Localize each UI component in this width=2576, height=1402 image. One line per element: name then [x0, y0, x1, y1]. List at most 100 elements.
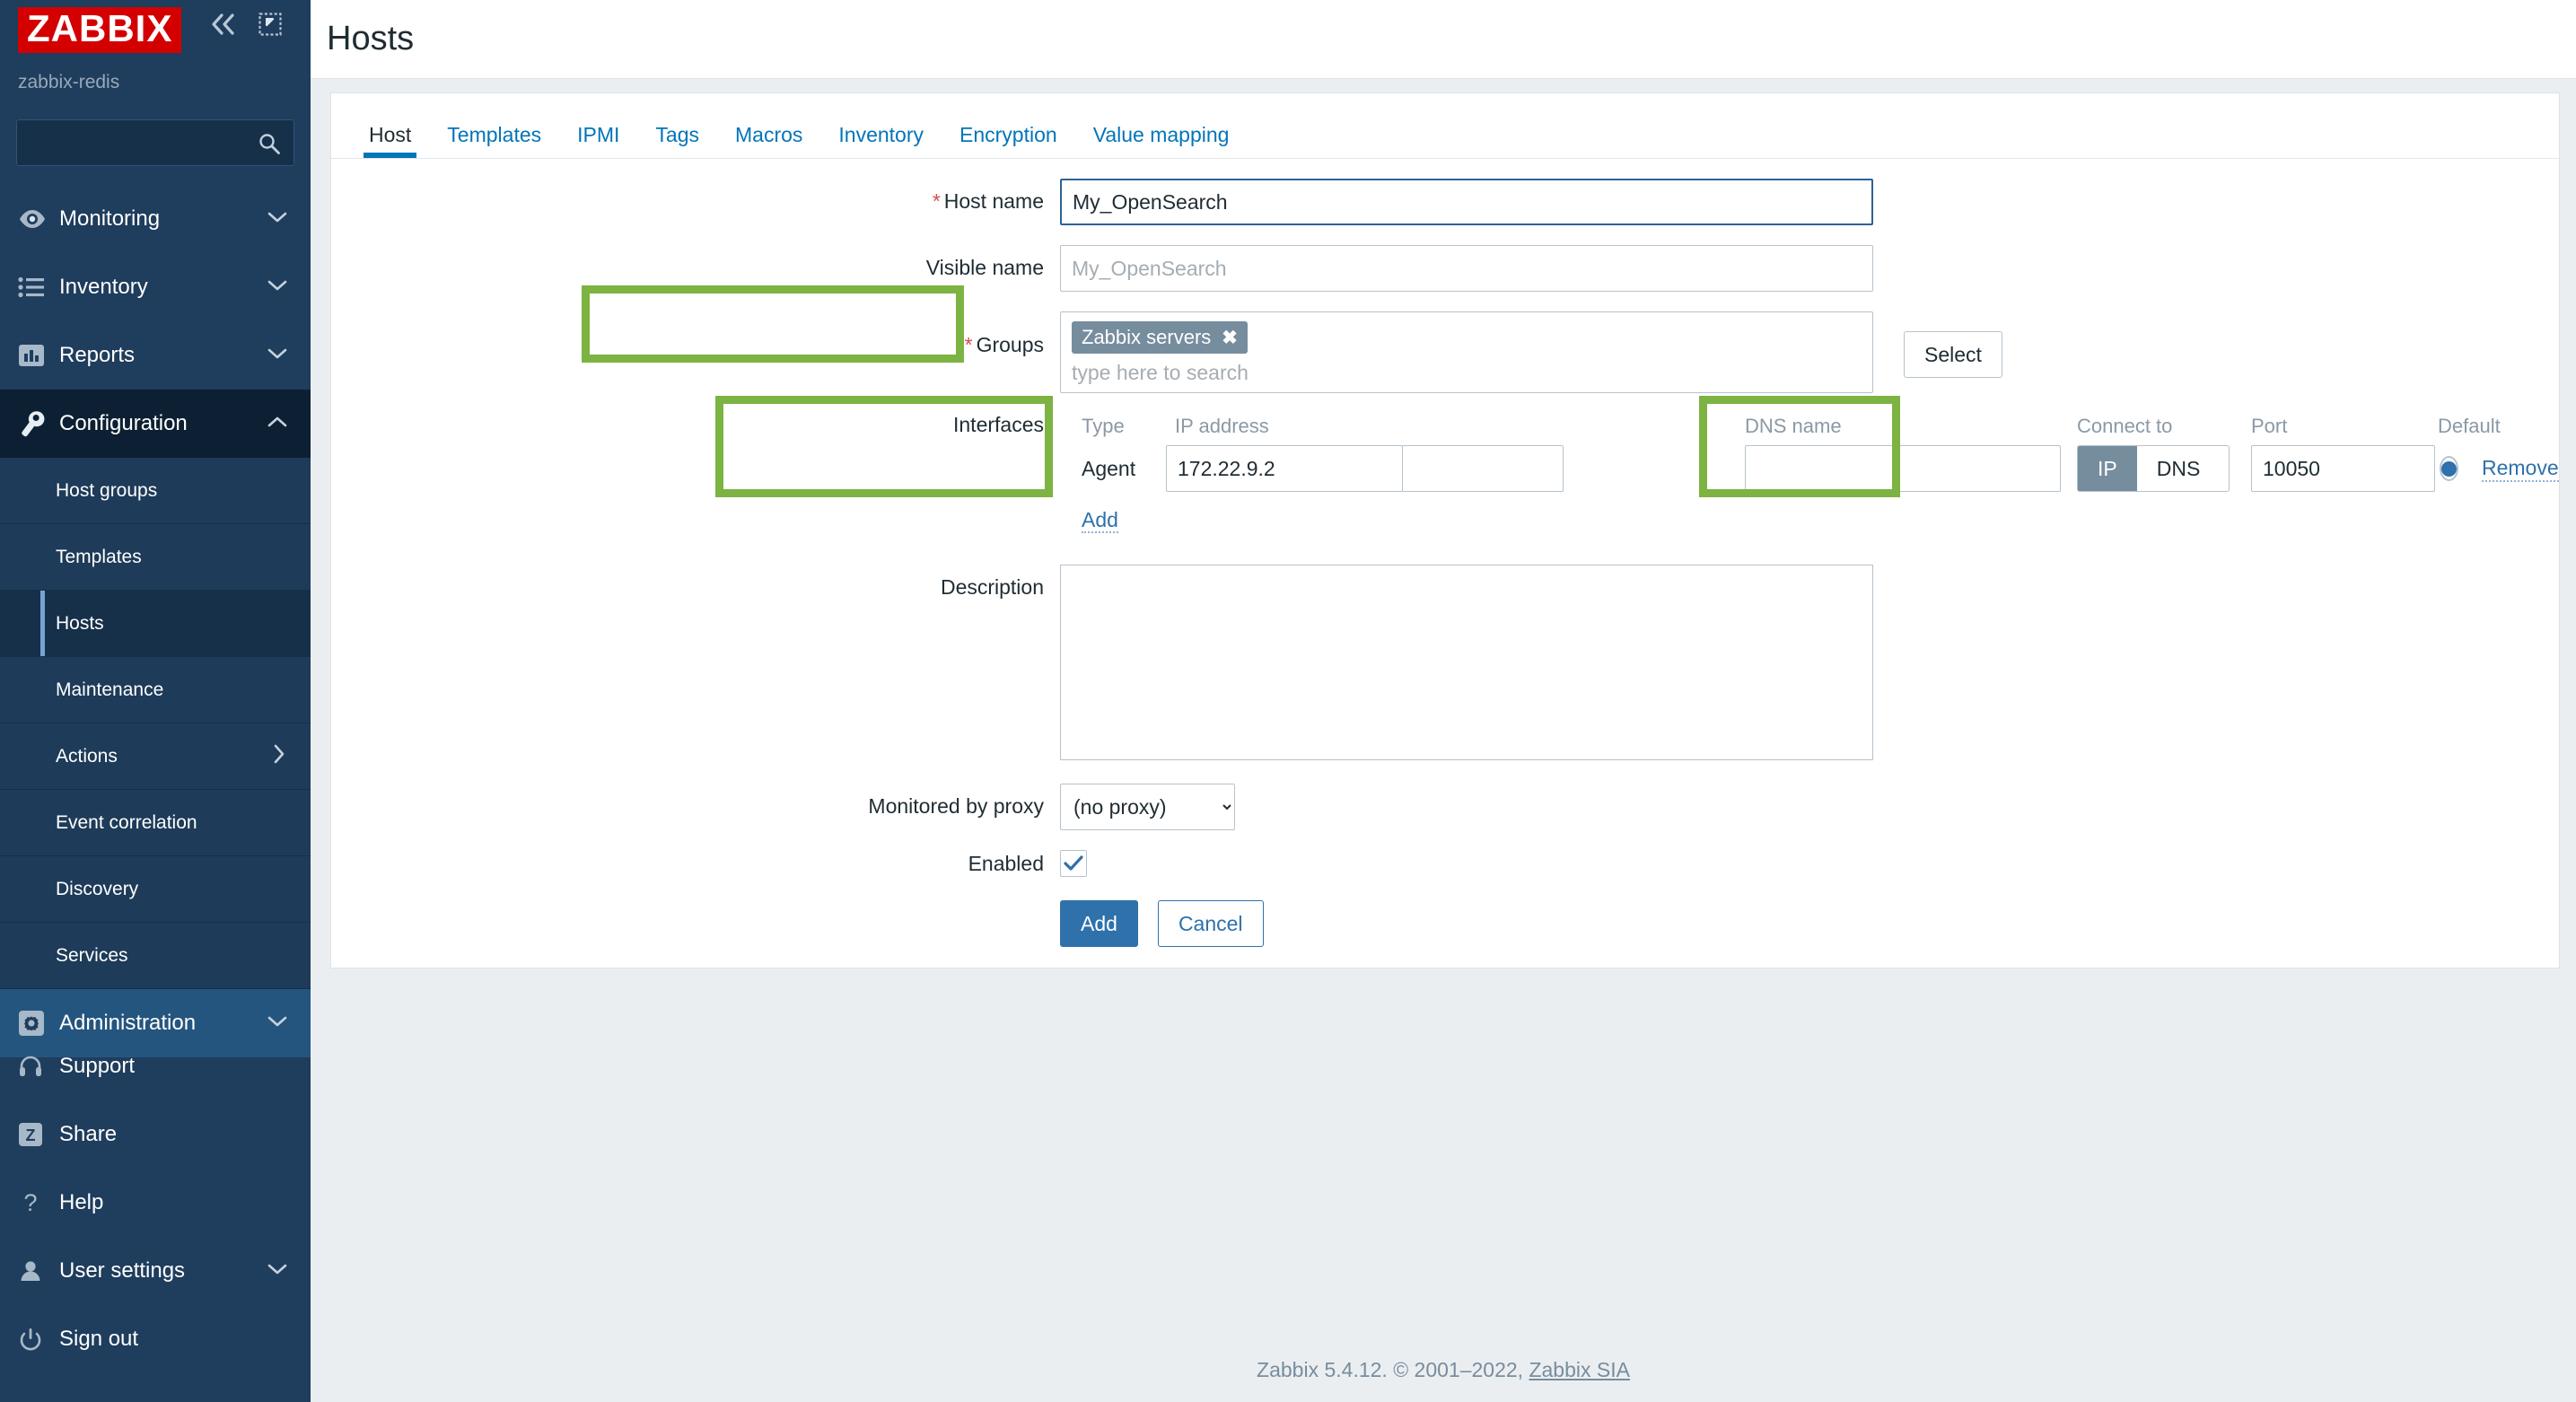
sidebar-item-maintenance[interactable]: Maintenance: [0, 657, 311, 723]
sidebar-item-share[interactable]: Z Share: [0, 1100, 311, 1169]
sidebar-item-monitoring[interactable]: Monitoring: [0, 185, 311, 253]
host-name-input[interactable]: [1060, 179, 1873, 225]
proxy-select[interactable]: (no proxy): [1060, 784, 1235, 830]
sidebar-item-event-correlation[interactable]: Event correlation: [0, 790, 311, 856]
wrench-icon: [18, 409, 59, 438]
collapse-sidebar-icon[interactable]: [258, 13, 282, 36]
visible-name-label: Visible name: [331, 245, 1060, 280]
field-host-name: *Host name: [331, 179, 2559, 225]
search-icon[interactable]: [258, 132, 281, 160]
label-text: Description: [941, 575, 1044, 599]
required-marker: *: [933, 189, 941, 213]
tab-value-mapping[interactable]: Value mapping: [1075, 125, 1248, 158]
sidebar-item-support[interactable]: Support: [0, 1032, 311, 1100]
cancel-button[interactable]: Cancel: [1158, 900, 1264, 947]
description-textarea[interactable]: [1060, 565, 1873, 760]
remove-interface-link[interactable]: Remove: [2482, 456, 2559, 482]
col-ip-header: IP address: [1166, 415, 1568, 438]
sidebar-item-host-groups[interactable]: Host groups: [0, 458, 311, 524]
chevron-down-icon: [267, 279, 287, 296]
interfaces-label: Interfaces: [331, 409, 1060, 437]
search-input[interactable]: [28, 132, 252, 153]
label-text: Groups: [977, 333, 1044, 356]
sidebar-item-actions[interactable]: Actions: [0, 723, 311, 790]
actions-spacer: [331, 900, 1060, 911]
group-chip[interactable]: Zabbix servers ✖: [1072, 321, 1248, 354]
tab-tags[interactable]: Tags: [637, 125, 717, 158]
interface-type: Agent: [1060, 457, 1166, 481]
radio-dot: [2441, 461, 2457, 477]
sidebar-item-configuration[interactable]: Configuration: [0, 390, 311, 458]
submenu-label: Services: [56, 945, 128, 967]
tab-host[interactable]: Host: [351, 125, 429, 158]
connect-to-dns-option[interactable]: DNS: [2137, 446, 2221, 491]
power-icon: [18, 1327, 59, 1352]
submenu-label: Host groups: [56, 480, 157, 502]
label-text: Host name: [944, 189, 1044, 213]
sidebar-item-hosts[interactable]: Hosts: [0, 591, 311, 657]
footer-link[interactable]: Zabbix SIA: [1529, 1358, 1630, 1381]
sidebar-item-label: Monitoring: [59, 206, 267, 232]
svg-text:Z: Z: [26, 1126, 36, 1144]
tab-templates[interactable]: Templates: [429, 125, 559, 158]
ip-address-input[interactable]: [1166, 445, 1403, 492]
interfaces-header-row: Type IP address DNS name Connect to Port…: [1060, 409, 2535, 443]
sidebar-item-label: Help: [59, 1190, 311, 1215]
chevron-down-icon: [267, 1263, 287, 1280]
sidebar-item-help[interactable]: ? Help: [0, 1169, 311, 1237]
configuration-submenu: Host groups Templates Hosts Maintenance …: [0, 458, 311, 989]
field-description: Description: [331, 565, 2559, 760]
svg-text:?: ?: [23, 1190, 37, 1215]
submenu-label: Actions: [56, 746, 118, 767]
visible-name-input[interactable]: [1060, 245, 1873, 292]
submenu-label: Templates: [56, 547, 142, 568]
enabled-checkbox[interactable]: [1060, 850, 1087, 877]
col-default-header: Default: [2427, 415, 2535, 438]
sidebar-item-label: Share: [59, 1122, 311, 1147]
submenu-label: Discovery: [56, 879, 138, 900]
tab-inventory[interactable]: Inventory: [820, 125, 942, 158]
dns-name-input[interactable]: [1745, 445, 2061, 492]
sidebar-item-reports[interactable]: Reports: [0, 321, 311, 390]
logo-row: ZABBIX: [18, 7, 181, 53]
sidebar-item-user-settings[interactable]: User settings: [0, 1237, 311, 1305]
sidebar-search[interactable]: [16, 119, 294, 166]
tab-encryption[interactable]: Encryption: [942, 125, 1075, 158]
page-title: Hosts: [327, 20, 414, 58]
sidebar-header-icons: [208, 13, 282, 36]
submenu-label: Maintenance: [56, 679, 163, 701]
sidebar-item-inventory[interactable]: Inventory: [0, 253, 311, 321]
double-chevron-left-icon[interactable]: [208, 13, 239, 36]
sidebar-item-discovery[interactable]: Discovery: [0, 856, 311, 923]
sidebar-item-templates[interactable]: Templates: [0, 524, 311, 591]
add-interface-link[interactable]: Add: [1082, 508, 1118, 533]
zabbix-logo[interactable]: ZABBIX: [18, 7, 181, 53]
tab-ipmi[interactable]: IPMI: [559, 125, 637, 158]
chevron-up-icon: [267, 416, 287, 433]
connect-to-ip-option[interactable]: IP: [2078, 446, 2137, 491]
sidebar-item-label: Configuration: [59, 411, 267, 436]
groups-search-placeholder[interactable]: type here to search: [1072, 361, 1862, 385]
group-chip-label: Zabbix servers: [1082, 326, 1211, 349]
sidebar-bottom-nav: Support Z Share ? Help: [0, 1032, 311, 1373]
host-form-card: Host Templates IPMI Tags Macros Inventor…: [330, 92, 2560, 968]
chevron-down-icon: [267, 1015, 287, 1032]
footer-text: Zabbix 5.4.12. © 2001–2022,: [1257, 1358, 1529, 1381]
sidebar-item-label: User settings: [59, 1258, 267, 1284]
port-input[interactable]: [2251, 445, 2435, 492]
chevron-right-icon: [273, 744, 285, 768]
sidebar-item-services[interactable]: Services: [0, 923, 311, 989]
person-icon: [18, 1258, 59, 1284]
groups-multiselect[interactable]: Zabbix servers ✖ type here to search: [1060, 311, 1873, 393]
add-button[interactable]: Add: [1060, 900, 1138, 947]
sidebar-item-sign-out[interactable]: Sign out: [0, 1305, 311, 1373]
main-content: Hosts Host Templates IPMI Tags Macros In…: [311, 0, 2576, 1402]
headset-icon: [18, 1054, 59, 1079]
interface-row: Agent IP DNS: [1060, 443, 2535, 494]
connect-to-toggle[interactable]: IP DNS: [2077, 445, 2230, 492]
ip-extra-input[interactable]: [1402, 445, 1564, 492]
close-icon[interactable]: ✖: [1222, 329, 1238, 347]
select-groups-button[interactable]: Select: [1904, 331, 2002, 378]
tab-macros[interactable]: Macros: [717, 125, 820, 158]
default-interface-radio[interactable]: [2440, 456, 2458, 481]
